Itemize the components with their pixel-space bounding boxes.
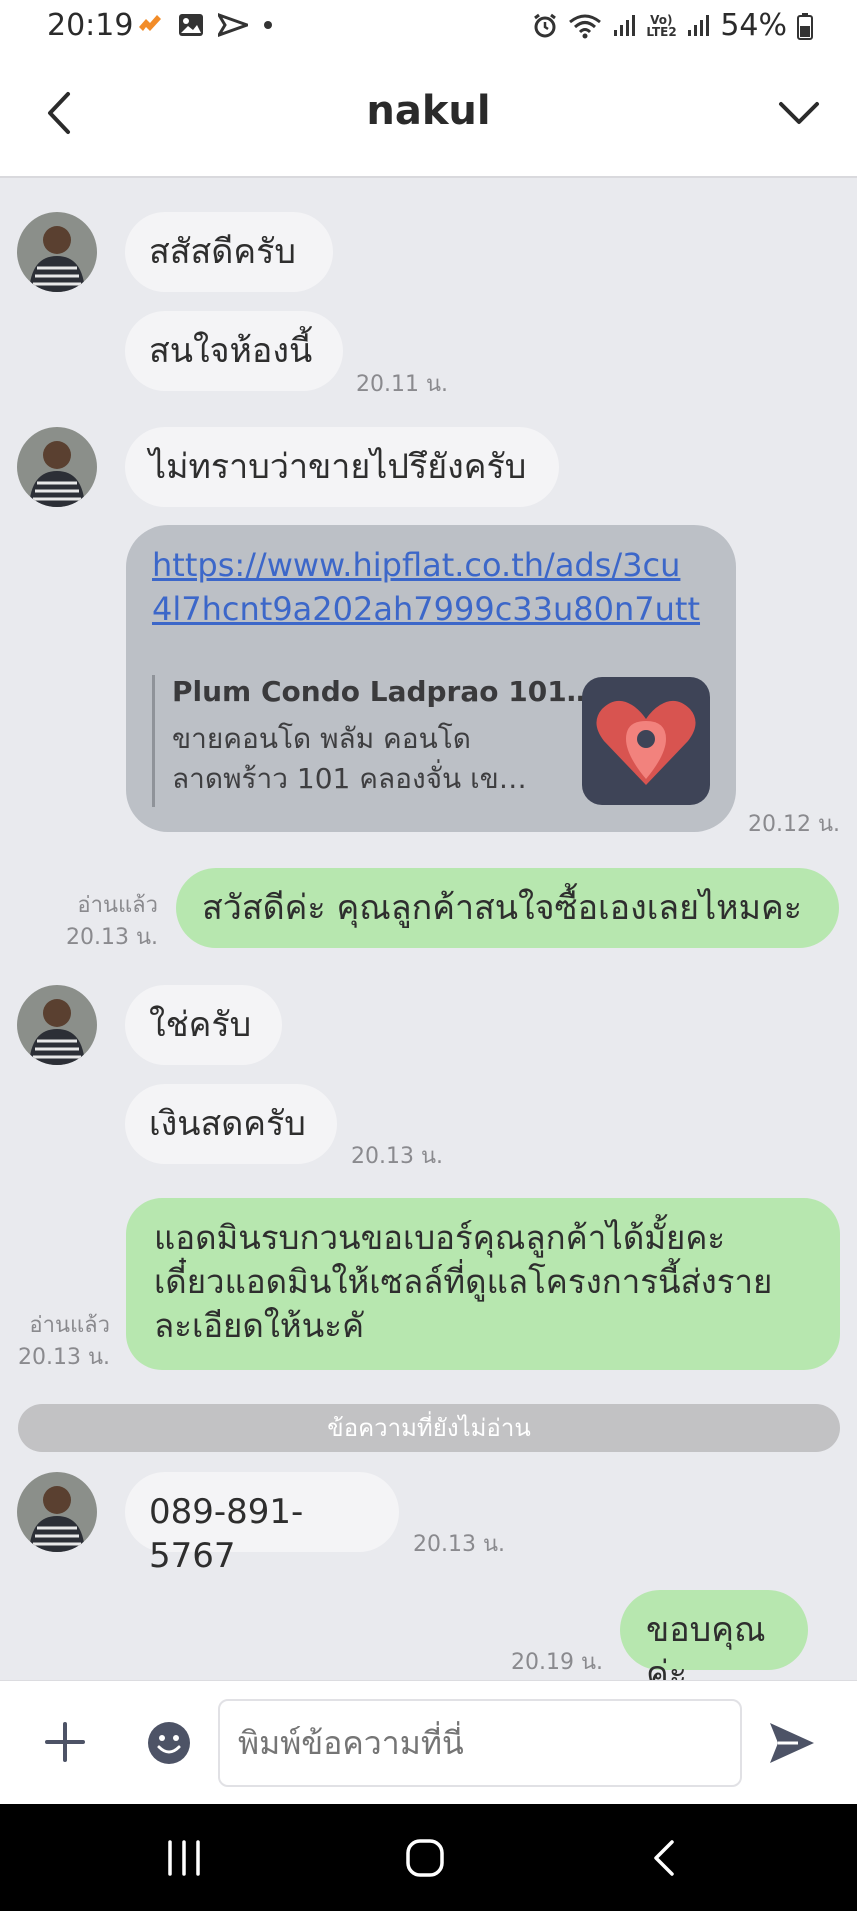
chat-header: nakul (0, 52, 857, 178)
message-text-line-3: ละเอียดให้นะคั (154, 1306, 365, 1345)
system-icons: Vo) LTE2 54% (532, 8, 813, 43)
plus-icon[interactable] (44, 1721, 86, 1763)
flash-app-icon (139, 15, 161, 31)
avatar[interactable] (17, 1472, 97, 1552)
hipflat-logo-icon (596, 700, 696, 785)
message-text: ไม่ทราบว่าขายไปรึยังครับ (149, 447, 527, 487)
chat-message-list[interactable]: สสัสดีครับ สนใจห้องนี้ 20.11 น. ไม่ทราบว… (0, 178, 857, 1694)
message-text-line-1: แอดมินรบกวนขอเบอร์คุณลูกค้าได้มั้ยคะ (154, 1218, 726, 1257)
message-bubble[interactable]: แอดมินรบกวนขอเบอร์คุณลูกค้าได้มั้ยคะ เดี… (126, 1198, 840, 1370)
message-bubble[interactable]: ขอบคุณค่ะ (620, 1590, 808, 1694)
back-icon[interactable] (650, 1838, 680, 1878)
preview-description: ขายคอนโด พลัม คอนโด ลาดพร้าว 101 คลองจั่… (172, 719, 532, 799)
dropdown-chevron-icon[interactable] (777, 92, 821, 132)
volte-lte2-label: Vo) LTE2 (646, 12, 677, 39)
message-bubble[interactable]: เงินสดครับ (125, 1084, 337, 1164)
read-label: อ่านแล้ว (29, 1313, 110, 1338)
chat-title[interactable]: nakul (0, 88, 857, 134)
message-text: 089-891-5767 (149, 1492, 304, 1576)
notification-icons (136, 13, 274, 37)
battery-icon (797, 12, 813, 40)
avatar[interactable] (17, 985, 97, 1065)
status-time: 20:19 (47, 8, 134, 43)
message-text: สนใจห้องนี้ (149, 331, 313, 371)
message-text: สวัสดีค่ะ คุณลูกค้าสนใจซื้อเองเลยไหมคะ (202, 888, 802, 928)
signal-icon (614, 14, 636, 36)
message-time: 20.13 น. (351, 1144, 444, 1169)
read-receipt: อ่านแล้ว 20.13 น. (12, 1310, 110, 1374)
message-text: เงินสดครับ (149, 1104, 306, 1144)
message-time: 20.19 น. (511, 1650, 604, 1675)
link-line-1[interactable]: https://www.hipflat.co.th/ads/3cu (152, 543, 712, 587)
preview-thumbnail (582, 677, 710, 805)
send-icon[interactable] (768, 1721, 816, 1765)
message-bubble[interactable]: ไม่ทราบว่าขายไปรึยังครับ (125, 427, 559, 507)
gallery-icon (179, 14, 203, 36)
message-time: 20.13 น. (65, 925, 158, 950)
alarm-icon (534, 13, 557, 37)
recent-apps-icon[interactable] (164, 1838, 204, 1878)
message-text-line-2: เดี๋ยวแอดมินให้เซลล์ที่ดูแลโครงการนี้ส่ง… (154, 1262, 773, 1301)
message-text: ใช่ครับ (149, 1005, 252, 1045)
message-time: 20.13 น. (413, 1532, 506, 1557)
message-bubble[interactable]: สสัสดีครับ (125, 212, 333, 292)
system-navigation-bar (0, 1804, 857, 1911)
avatar[interactable] (17, 212, 97, 292)
unread-divider: ข้อความที่ยังไม่อ่าน (18, 1404, 840, 1452)
preview-title: Plum Condo Ladprao 101… (172, 675, 595, 708)
status-bar: 20:19 Vo) LTE2 54% (0, 0, 857, 52)
read-label: อ่านแล้ว (77, 893, 158, 918)
message-input[interactable] (218, 1699, 742, 1787)
link-message-card[interactable]: https://www.hipflat.co.th/ads/3cu 4l7hcn… (126, 525, 736, 832)
send-notification-icon (218, 13, 248, 37)
preview-description-line-2: ลาดพร้าว 101 คลองจั่น เข… (172, 762, 527, 795)
link-preview[interactable]: Plum Condo Ladprao 101… ขายคอนโด พลัม คอ… (152, 675, 712, 807)
avatar[interactable] (17, 427, 97, 507)
wifi-icon (569, 14, 602, 38)
battery-percentage: 54% (720, 8, 787, 43)
message-input-bar (0, 1680, 857, 1804)
dot-icon (264, 21, 272, 29)
message-link[interactable]: https://www.hipflat.co.th/ads/3cu 4l7hcn… (152, 543, 712, 631)
message-text: สสัสดีครับ (149, 232, 296, 272)
emoji-icon[interactable] (147, 1721, 191, 1765)
preview-divider (152, 675, 155, 807)
message-bubble[interactable]: 089-891-5767 (125, 1472, 399, 1576)
message-bubble[interactable]: ใช่ครับ (125, 985, 282, 1065)
message-time: 20.13 น. (17, 1345, 110, 1370)
message-time: 20.11 น. (356, 372, 449, 397)
read-receipt: อ่านแล้ว 20.13 น. (60, 890, 158, 954)
message-time: 20.12 น. (748, 812, 841, 837)
home-icon[interactable] (404, 1838, 448, 1878)
message-bubble[interactable]: สวัสดีค่ะ คุณลูกค้าสนใจซื้อเองเลยไหมคะ (176, 868, 839, 948)
link-line-2[interactable]: 4l7hcnt9a202ah7999c33u80n7utt (152, 587, 712, 631)
signal-icon-2 (688, 14, 710, 36)
preview-description-line-1: ขายคอนโด พลัม คอนโด (172, 722, 471, 755)
message-bubble[interactable]: สนใจห้องนี้ (125, 311, 343, 391)
